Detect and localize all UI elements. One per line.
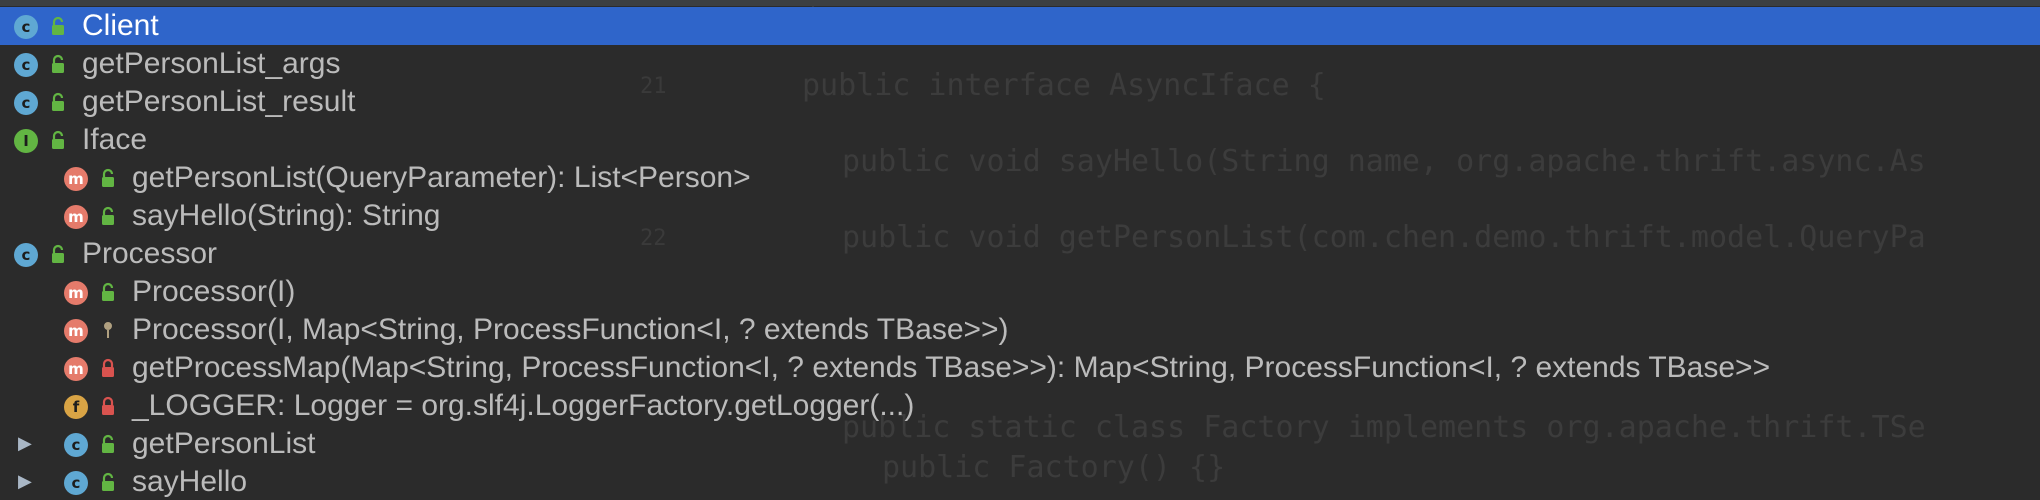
structure-item[interactable]: m sayHello(String): String — [0, 197, 2040, 235]
structure-item-label: getPersonList(QueryParameter): List<Pers… — [132, 161, 751, 194]
public-lock-icon — [50, 16, 66, 36]
expand-arrow-icon[interactable]: ▶ — [18, 463, 32, 500]
structure-item-label: Processor — [82, 237, 218, 270]
structure-item[interactable]: m Processor(I, Map<String, ProcessFunctio… — [0, 311, 2040, 349]
structure-item-label: getProcessMap(Map<String, ProcessFunctio… — [132, 351, 1771, 384]
structure-item-label: sayHello(String): String — [132, 199, 441, 232]
class-icon: c — [14, 243, 38, 267]
structure-item[interactable]: m getPersonList(QueryParameter): List<Per… — [0, 159, 2040, 197]
public-lock-icon — [100, 206, 116, 226]
structure-item-label: Processor(I) — [132, 275, 296, 308]
file-structure-popup: c Client c getPersonList_args c getPersonList… — [0, 0, 2040, 500]
structure-item[interactable]: ▶ c sayHello — [0, 463, 2040, 500]
method-icon: m — [64, 205, 88, 229]
expand-arrow-icon[interactable]: ▶ — [18, 425, 32, 463]
structure-item[interactable]: c getPersonList_args — [0, 45, 2040, 83]
method-icon: m — [64, 167, 88, 191]
class-icon: c — [64, 433, 88, 457]
structure-item-label: sayHello — [132, 465, 248, 498]
structure-item-label: _LOGGER: Logger = org.slf4j.LoggerFactor… — [132, 389, 915, 422]
public-lock-icon — [100, 434, 116, 454]
structure-item-label: getPersonList_args — [82, 47, 341, 80]
public-lock-icon — [100, 282, 116, 302]
structure-item-label: Iface — [82, 123, 148, 156]
structure-item[interactable]: m getProcessMap(Map<String, ProcessFuncti… — [0, 349, 2040, 387]
structure-item-label: Client — [82, 9, 159, 42]
private-lock-icon — [100, 396, 116, 416]
structure-item-label: Processor(I, Map<String, ProcessFunction… — [132, 313, 1009, 346]
public-lock-icon — [50, 92, 66, 112]
ide-window: 21 22 public interface AsyncIface { publ… — [0, 0, 2040, 500]
public-lock-icon — [100, 168, 116, 188]
structure-item[interactable]: f _LOGGER: Logger = org.slf4j.LoggerFacto… — [0, 387, 2040, 425]
class-icon: c — [14, 15, 38, 39]
private-lock-icon — [100, 358, 116, 378]
method-icon: m — [64, 319, 88, 343]
class-icon: c — [64, 471, 88, 495]
public-lock-icon — [50, 54, 66, 74]
method-icon: m — [64, 281, 88, 305]
structure-item[interactable]: c getPersonList_result — [0, 83, 2040, 121]
class-icon: c — [14, 91, 38, 115]
public-lock-icon — [50, 244, 66, 264]
field-icon: f — [64, 395, 88, 419]
structure-item-label: getPersonList_result — [82, 85, 356, 118]
structure-item-label: getPersonList — [132, 427, 316, 460]
class-icon: c — [14, 53, 38, 77]
structure-item[interactable]: c Processor — [0, 235, 2040, 273]
public-lock-icon — [50, 130, 66, 150]
method-icon: m — [64, 357, 88, 381]
protected-key-icon — [100, 320, 116, 340]
popup-header-strip — [0, 0, 2040, 6]
public-lock-icon — [100, 472, 116, 492]
structure-item[interactable]: I Iface — [0, 121, 2040, 159]
interface-icon: I — [14, 129, 38, 153]
structure-item[interactable]: c Client — [0, 7, 2040, 45]
structure-item[interactable]: m Processor(I) — [0, 273, 2040, 311]
structure-item[interactable]: ▶ c getPersonList — [0, 425, 2040, 463]
